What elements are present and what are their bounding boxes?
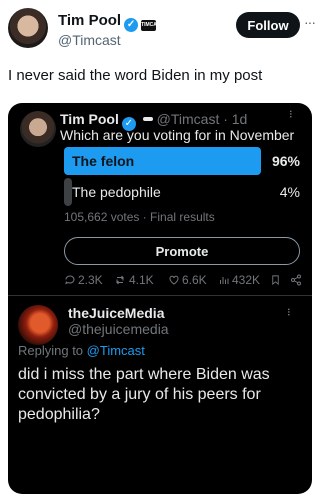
author-handle[interactable]: @Timcast — [58, 32, 121, 48]
view-count: 432K — [232, 273, 261, 287]
repost-action[interactable]: 4.1K — [114, 273, 154, 287]
author-name-row[interactable]: Tim Pool ✓ TIMCAST — [58, 12, 163, 32]
affiliate-badge-icon[interactable]: TIMCAST — [141, 20, 163, 31]
bookmark-icon[interactable] — [270, 273, 283, 287]
follow-button[interactable]: Follow — [236, 12, 300, 38]
quoted-tweet-text: Which are you voting for in November — [60, 127, 295, 143]
reply-author-name[interactable]: theJuiceMedia — [68, 305, 164, 321]
more-options-icon[interactable]: ··· — [284, 109, 300, 117]
divider — [8, 295, 312, 296]
tweet-header: Tim Pool ✓ TIMCAST @Timcast Follow ··· — [8, 6, 316, 50]
poll-results-meta: 105,662 votes · Final results — [64, 210, 215, 224]
like-count: 6.6K — [182, 273, 207, 287]
verified-badge-icon: ✓ — [124, 18, 139, 32]
poll-option-2: The pedophile 4% — [64, 178, 300, 206]
replying-to-line: Replying to @Timcast — [18, 343, 145, 358]
poll-option-percent: 96% — [271, 153, 300, 169]
affiliate-badge-icon[interactable] — [142, 117, 153, 121]
reply-author-handle[interactable]: @thejuicemedia — [68, 321, 169, 337]
action-bar: 2.3K 4.1K 6.6K 432K — [64, 273, 304, 289]
views-action[interactable]: 432K — [218, 273, 260, 287]
poll-bar-loser — [64, 178, 72, 206]
poll-option-label: The pedophile — [72, 184, 161, 200]
more-options-icon[interactable]: ··· — [282, 307, 298, 315]
repost-icon — [116, 275, 124, 285]
repost-count: 4.1K — [129, 273, 154, 287]
like-action[interactable]: 6.6K — [168, 273, 207, 287]
reply-action[interactable]: 2.3K — [64, 273, 103, 287]
poll-option-percent: 4% — [279, 184, 300, 200]
poll-option-label: The felon — [72, 153, 135, 169]
replying-to-link[interactable]: @Timcast — [87, 343, 145, 358]
analytics-icon — [220, 277, 229, 284]
reply-icon — [65, 275, 75, 285]
more-options-icon[interactable]: ··· — [304, 14, 316, 30]
author-name[interactable]: Tim Pool — [58, 12, 121, 29]
tweet-text: I never said the word Biden in my post — [8, 67, 263, 84]
quoted-avatar[interactable] — [20, 111, 56, 147]
heart-icon — [169, 275, 179, 285]
quoted-author-name[interactable]: Tim Pool — [60, 111, 119, 127]
avatar[interactable] — [8, 8, 48, 48]
quoted-author-handle[interactable]: @Timcast · 1d — [157, 111, 248, 127]
reply-text: did i miss the part where Biden was conv… — [18, 366, 270, 423]
promote-button[interactable]: Promote — [64, 237, 300, 265]
reply-avatar[interactable] — [18, 305, 58, 345]
poll-option-1: The felon 96% — [64, 147, 300, 175]
replying-prefix: Replying to — [18, 343, 84, 358]
quoted-thread-card[interactable]: Tim Pool ✓ @Timcast · 1d ··· Which are yo… — [8, 103, 312, 494]
share-icon[interactable] — [290, 273, 304, 287]
reply-count: 2.3K — [78, 273, 103, 287]
